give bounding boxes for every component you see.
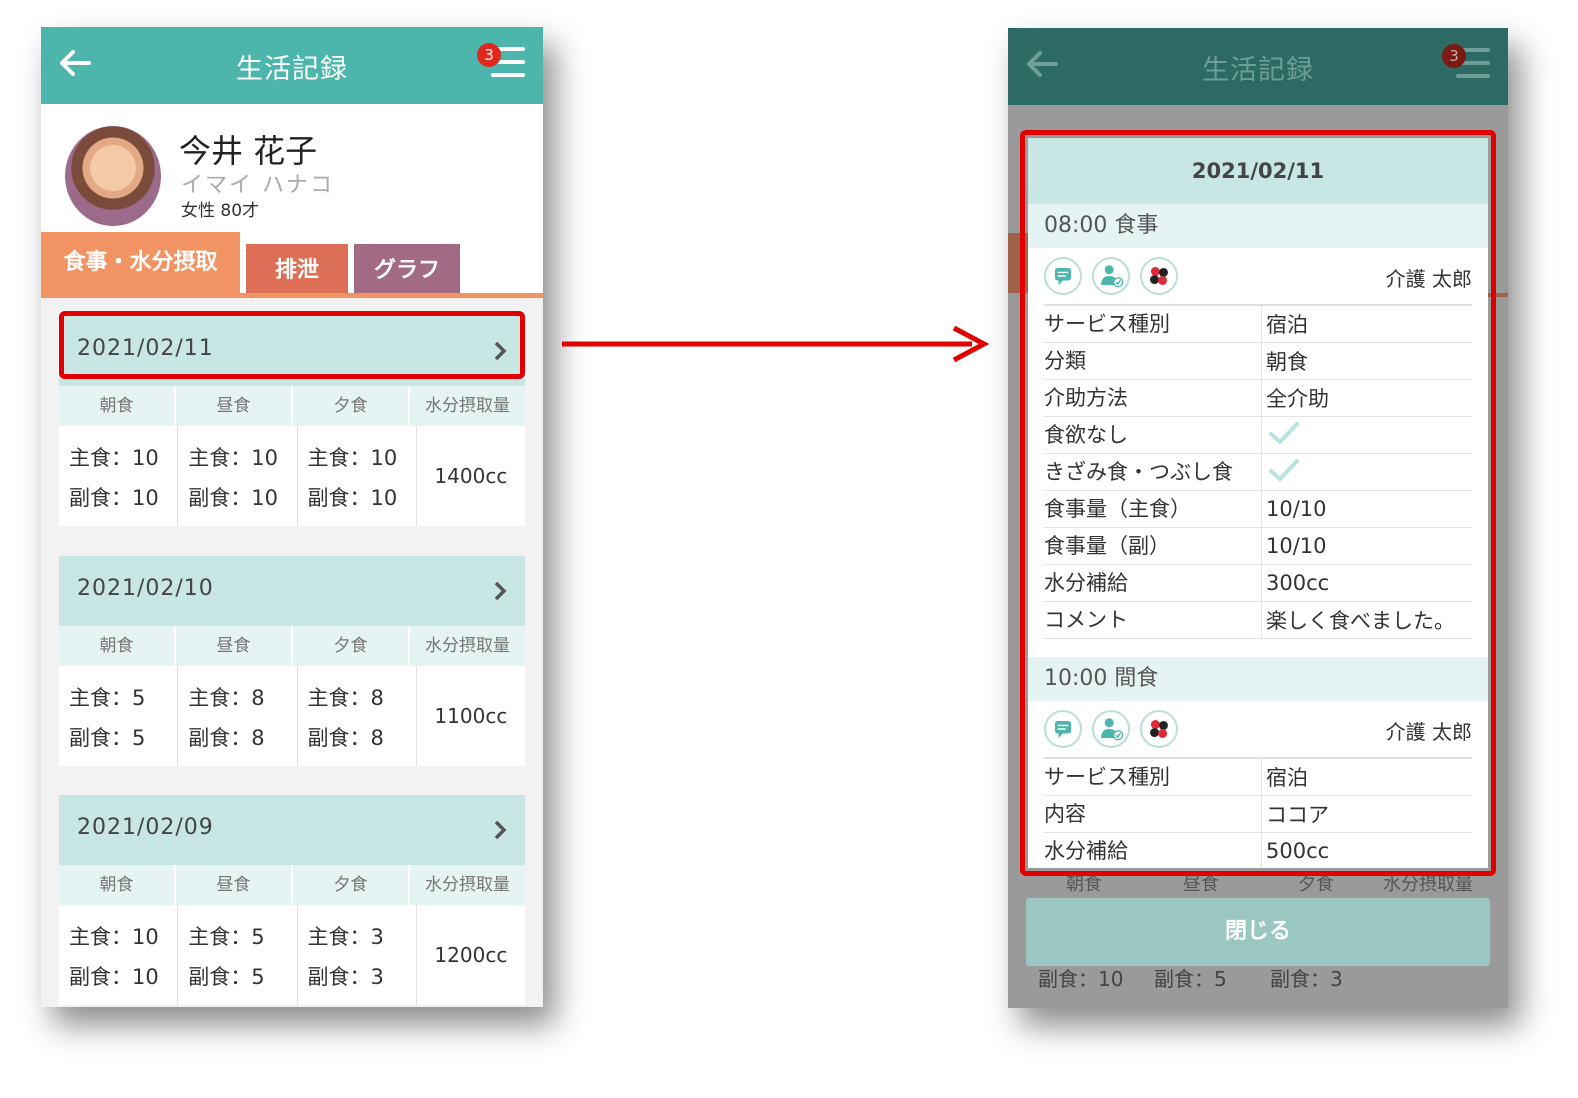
col-dinner: 夕食 bbox=[293, 865, 410, 905]
side-dish-value: 副食：10 bbox=[307, 486, 398, 510]
main-dish-value: 主食：5 bbox=[188, 925, 265, 949]
main-dish-value: 主食：8 bbox=[188, 686, 265, 710]
side-dish-value: 副食：8 bbox=[188, 726, 265, 750]
water-value: 1400cc bbox=[434, 464, 508, 488]
record-date-row[interactable]: 2021/02/10 bbox=[59, 556, 525, 626]
meal-values: 主食：5 副食：5 主食：8 副食：8 主食：8 副食：8 1100cc bbox=[59, 666, 525, 766]
list-screen: 生活記録 3 今井 花子 イマイ ハナコ 女性 80才 食事・水分摂取 排泄 グ… bbox=[41, 27, 543, 1007]
page-title: 生活記録 bbox=[236, 54, 348, 85]
side-dish-value: 副食：5 bbox=[188, 965, 265, 989]
app-header-dimmed: 生活記録 3 bbox=[1008, 28, 1508, 105]
col-dinner: 夕食 bbox=[293, 626, 410, 666]
notification-badge: 3 bbox=[1442, 44, 1466, 68]
main-dish-value: 主食：8 bbox=[307, 686, 384, 710]
side-dish-value: 副食：8 bbox=[307, 726, 384, 750]
col-breakfast: 朝食 bbox=[59, 626, 176, 666]
record-card: 2021/02/10 朝食 昼食 夕食 水分摂取量 主食：5 副食：5 主食：8 副… bbox=[59, 556, 525, 766]
highlight-box bbox=[1020, 130, 1496, 876]
col-dinner: 夕食 bbox=[293, 386, 410, 426]
col-water: 水分摂取量 bbox=[425, 875, 510, 895]
resident-meta: 女性 80才 bbox=[181, 201, 260, 221]
record-date-row[interactable]: 2021/02/09 bbox=[59, 795, 525, 865]
record-date: 2021/02/09 bbox=[77, 815, 214, 840]
main-dish-value: 主食：10 bbox=[69, 925, 159, 949]
chevron-right-icon bbox=[494, 581, 507, 601]
tab-bar: 食事・水分摂取 排泄 グラフ bbox=[41, 232, 543, 298]
main-dish-value: 主食：3 bbox=[307, 925, 384, 949]
behind-value: 副食：10 bbox=[1038, 967, 1124, 991]
col-lunch: 昼食 bbox=[176, 386, 293, 426]
record-list: 2021/02/11 朝食 昼食 夕食 水分摂取量 主食：10 副食：10 主食：… bbox=[41, 298, 543, 1007]
side-dish-value: 副食：10 bbox=[188, 486, 278, 510]
highlight-box bbox=[59, 311, 525, 379]
resident-kana: イマイ ハナコ bbox=[181, 173, 334, 198]
avatar bbox=[65, 126, 161, 226]
close-button[interactable]: 閉じる bbox=[1026, 898, 1490, 966]
meal-columns: 朝食 昼食 夕食 水分摂取量 bbox=[59, 626, 525, 666]
main-dish-value: 主食：10 bbox=[69, 446, 159, 470]
profile-panel: 今井 花子 イマイ ハナコ 女性 80才 bbox=[41, 104, 543, 234]
meal-columns: 朝食 昼食 夕食 水分摂取量 bbox=[59, 386, 525, 426]
meal-columns: 朝食 昼食 夕食 水分摂取量 bbox=[59, 865, 525, 905]
col-water: 水分摂取量 bbox=[425, 636, 510, 656]
side-dish-value: 副食：10 bbox=[69, 965, 159, 989]
notification-badge: 3 bbox=[477, 43, 501, 67]
meal-values: 主食：10 副食：10 主食：10 副食：10 主食：10 副食：10 1400cc bbox=[59, 426, 525, 526]
col-water: 水分摂取量 bbox=[425, 396, 510, 416]
side-dish-value: 副食：5 bbox=[69, 726, 146, 750]
behind-value: 副食：3 bbox=[1270, 967, 1343, 991]
col-breakfast: 朝食 bbox=[59, 865, 176, 905]
side-dish-value: 副食：3 bbox=[307, 965, 384, 989]
app-header: 生活記録 3 bbox=[41, 27, 543, 104]
resident-name: 今井 花子 bbox=[179, 132, 318, 170]
main-dish-value: 主食：10 bbox=[188, 446, 278, 470]
behind-value: 副食：5 bbox=[1154, 967, 1227, 991]
col-breakfast: 朝食 bbox=[59, 386, 176, 426]
page-title: 生活記録 bbox=[1202, 55, 1314, 86]
tab-excretion[interactable]: 排泄 bbox=[246, 244, 348, 298]
water-value: 1200cc bbox=[434, 943, 508, 967]
detail-screen: 生活記録 3 朝食 昼食 夕食 水分摂取量 副食：10 副食：5 副食：3 20… bbox=[1008, 28, 1508, 1008]
tab-graph[interactable]: グラフ bbox=[354, 244, 460, 298]
col-lunch: 昼食 bbox=[176, 626, 293, 666]
meal-values: 主食：10 副食：10 主食：5 副食：5 主食：3 副食：3 1200cc bbox=[59, 905, 525, 1005]
record-date: 2021/02/10 bbox=[77, 576, 214, 601]
main-dish-value: 主食：10 bbox=[307, 446, 398, 470]
water-value: 1100cc bbox=[434, 704, 508, 728]
transition-arrow-icon bbox=[562, 325, 990, 363]
col-lunch: 昼食 bbox=[176, 865, 293, 905]
record-card: 2021/02/09 朝食 昼食 夕食 水分摂取量 主食：10 副食：10 主食：… bbox=[59, 795, 525, 1005]
main-dish-value: 主食：5 bbox=[69, 686, 146, 710]
tab-meal[interactable]: 食事・水分摂取 bbox=[41, 232, 240, 298]
chevron-right-icon bbox=[494, 820, 507, 840]
side-dish-value: 副食：10 bbox=[69, 486, 159, 510]
